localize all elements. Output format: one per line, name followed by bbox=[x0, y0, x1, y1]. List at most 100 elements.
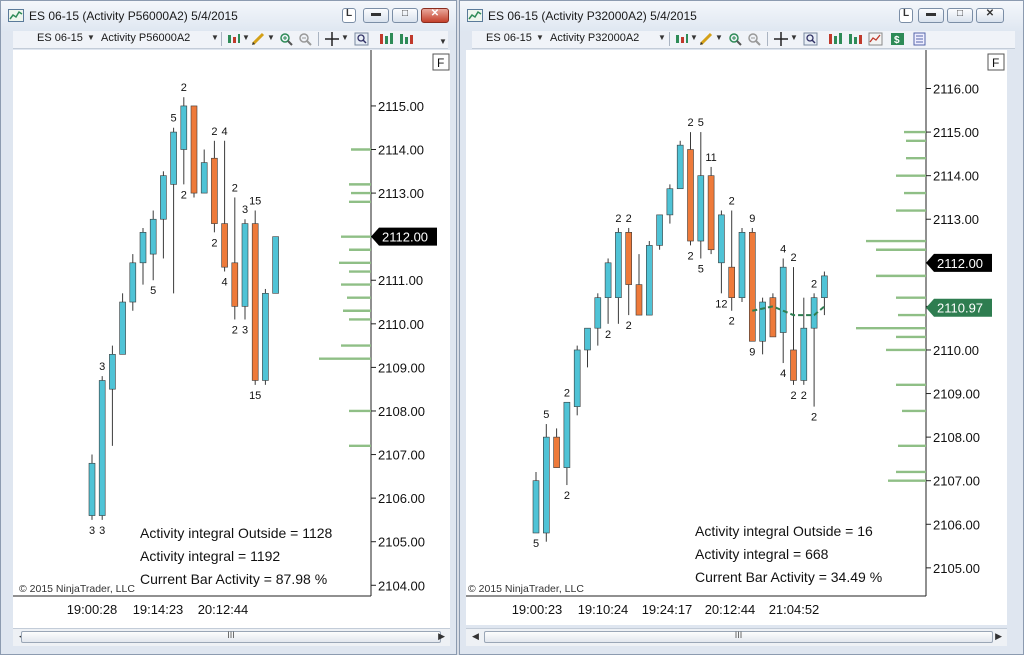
horizontal-scrollbar[interactable]: ◀ III ▶ bbox=[13, 628, 450, 646]
chevron-down-icon[interactable]: ▼ bbox=[690, 33, 698, 42]
candlestick-style-icon[interactable] bbox=[226, 32, 241, 46]
candle-body bbox=[241, 223, 249, 307]
search-zoom-icon[interactable] bbox=[803, 32, 818, 46]
price-tick-label: 2107.00 bbox=[933, 474, 980, 489]
crosshair-icon[interactable] bbox=[774, 32, 789, 46]
bar-properties-icon[interactable] bbox=[379, 32, 394, 46]
activity-label-bottom: 2 bbox=[687, 250, 693, 262]
toolbar-overflow-icon[interactable]: ▼ bbox=[439, 37, 447, 46]
minimize-button[interactable]: ▬ bbox=[363, 8, 389, 23]
bar-properties-icon[interactable] bbox=[828, 32, 843, 46]
candle-body bbox=[532, 480, 540, 534]
candle-body bbox=[707, 175, 715, 251]
candle-body bbox=[635, 284, 643, 316]
close-button[interactable]: ✕ bbox=[976, 8, 1004, 23]
price-chart[interactable]: 2115.00 2114.00 2113.00 2112.00 2111.00 2110.… bbox=[13, 50, 450, 633]
activity-label-bottom: 9 bbox=[749, 346, 755, 358]
candle-body bbox=[109, 354, 116, 390]
maximize-button[interactable]: □ bbox=[947, 8, 973, 23]
activity-label-top: 4 bbox=[222, 126, 228, 138]
price-tick-label: 2115.00 bbox=[933, 125, 979, 140]
indicators-icon[interactable] bbox=[848, 32, 863, 46]
price-tick-label: 2105.00 bbox=[378, 535, 425, 550]
title-bar[interactable]: ES 06-15 (Activity P32000A2) 5/4/2015 L … bbox=[460, 1, 1023, 31]
bartype-dropdown[interactable]: Activity P32000A2 bbox=[550, 32, 639, 44]
scroll-right-icon[interactable]: ▶ bbox=[995, 631, 1002, 642]
chevron-down-icon[interactable]: ▼ bbox=[790, 33, 798, 42]
chevron-down-icon[interactable]: ▼ bbox=[715, 33, 723, 42]
chevron-down-icon[interactable]: ▼ bbox=[341, 33, 349, 42]
candle-body bbox=[821, 275, 828, 298]
search-zoom-icon[interactable] bbox=[354, 32, 369, 46]
scroll-thumb[interactable]: III bbox=[21, 630, 441, 643]
chart-app-icon bbox=[467, 9, 483, 22]
time-tick-label: 20:12:44 bbox=[198, 602, 249, 617]
chevron-down-icon[interactable]: ▼ bbox=[211, 33, 219, 42]
candle-body bbox=[98, 380, 106, 516]
toolbar-separator bbox=[767, 32, 768, 46]
activity-stat: Activity integral = 1192 bbox=[140, 548, 280, 564]
candle-body bbox=[625, 232, 632, 285]
activity-label-top: 2 bbox=[626, 213, 632, 225]
candle-body bbox=[88, 462, 96, 516]
maximize-button[interactable]: □ bbox=[392, 8, 418, 23]
instrument-dropdown[interactable]: ES 06-15 bbox=[37, 32, 83, 44]
zoom-out-icon[interactable] bbox=[747, 32, 762, 46]
strategies-icon[interactable] bbox=[868, 32, 883, 46]
candle-body bbox=[769, 297, 777, 338]
horizontal-scrollbar[interactable]: ◀ III ▶ bbox=[466, 628, 1007, 646]
link-button[interactable]: L bbox=[342, 8, 356, 23]
candle-body bbox=[800, 327, 808, 381]
chart-panel[interactable]: 2116.002115.002114.002113.002112.002111.… bbox=[466, 50, 1007, 625]
activity-label-bottom: 2 bbox=[564, 490, 570, 502]
chevron-down-icon[interactable]: ▼ bbox=[536, 33, 544, 42]
chart-window-left: ES 06-15 (Activity P56000A2) 5/4/2015 L … bbox=[0, 0, 457, 655]
price-tick-label: 2114.00 bbox=[933, 169, 979, 184]
chart-panel[interactable]: 2115.00 2114.00 2113.00 2112.00 2111.00 2110.… bbox=[13, 50, 450, 633]
activity-label-top: 2 bbox=[615, 213, 621, 225]
time-tick-label: 20:12:44 bbox=[705, 602, 756, 617]
activity-label-bottom: 5 bbox=[533, 538, 539, 550]
candle-body bbox=[200, 162, 208, 194]
pencil-draw-icon[interactable] bbox=[699, 32, 714, 46]
candle-body bbox=[687, 149, 694, 242]
instrument-dropdown[interactable]: ES 06-15 bbox=[486, 32, 532, 44]
toolbar-separator bbox=[318, 32, 319, 46]
candle-body bbox=[666, 188, 674, 216]
bartype-dropdown[interactable]: Activity P56000A2 bbox=[101, 32, 190, 44]
zoom-in-icon[interactable] bbox=[728, 32, 743, 46]
activity-stat: Activity integral Outside = 16 bbox=[695, 523, 873, 539]
activity-label-bottom: 2 bbox=[790, 390, 796, 402]
activity-stat: Activity integral = 668 bbox=[695, 546, 829, 562]
zoom-in-icon[interactable] bbox=[279, 32, 294, 46]
activity-label-bottom: 5 bbox=[150, 285, 156, 297]
price-tick-label: 2104.00 bbox=[378, 578, 425, 593]
price-chart[interactable]: 2116.002115.002114.002113.002112.002111.… bbox=[466, 50, 1007, 625]
minimize-button[interactable]: ▬ bbox=[918, 8, 944, 23]
activity-stat: Activity integral Outside = 1128 bbox=[140, 525, 333, 541]
activity-label-top: 3 bbox=[242, 204, 248, 216]
pencil-draw-icon[interactable] bbox=[251, 32, 266, 46]
candlestick-style-icon[interactable] bbox=[674, 32, 689, 46]
f-button-label: F bbox=[992, 56, 999, 70]
chevron-down-icon[interactable]: ▼ bbox=[267, 33, 275, 42]
scroll-thumb[interactable]: III bbox=[484, 630, 993, 643]
candle-body bbox=[149, 218, 157, 255]
chevron-down-icon[interactable]: ▼ bbox=[242, 33, 250, 42]
chevron-down-icon[interactable]: ▼ bbox=[87, 33, 95, 42]
scroll-right-icon[interactable]: ▶ bbox=[438, 631, 445, 642]
link-button[interactable]: L bbox=[899, 8, 913, 23]
close-button[interactable]: ✕ bbox=[421, 8, 449, 23]
zoom-out-icon[interactable] bbox=[298, 32, 313, 46]
crosshair-icon[interactable] bbox=[325, 32, 340, 46]
dollar-icon[interactable]: $ bbox=[890, 32, 905, 46]
data-box-icon[interactable] bbox=[912, 32, 927, 46]
activity-label-top: 2 bbox=[687, 117, 693, 129]
candle-body bbox=[615, 232, 622, 298]
indicators-icon[interactable] bbox=[399, 32, 414, 46]
price-tick-label: 2111.00 bbox=[378, 273, 423, 288]
title-bar[interactable]: ES 06-15 (Activity P56000A2) 5/4/2015 L … bbox=[1, 1, 456, 31]
scroll-left-icon[interactable]: ◀ bbox=[472, 631, 479, 642]
candle-body bbox=[190, 105, 198, 194]
chevron-down-icon[interactable]: ▼ bbox=[658, 33, 666, 42]
